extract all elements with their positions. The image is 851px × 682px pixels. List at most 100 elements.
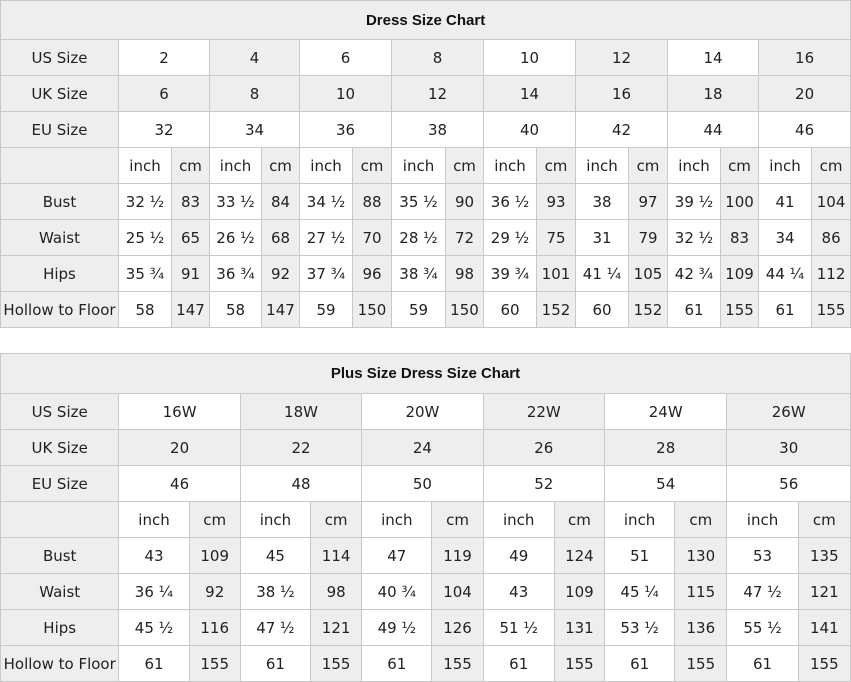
hips-cm-value: 141 [797,609,851,646]
waist-inch-value: 29 ½ [483,219,537,256]
waist-inch-value: 47 ½ [726,573,799,610]
hips-inch-value: 35 ¾ [118,255,172,292]
us-size-label: US Size [0,39,119,76]
chart-title: Plus Size Dress Size Chart [0,353,851,394]
hips-inch-value: 39 ¾ [483,255,537,292]
hollow-inch-value: 61 [239,645,312,682]
unit-inch: inch [667,147,721,184]
us-size-value: 26W [726,393,851,430]
bust-inch-value: 47 [361,537,433,574]
hollow-inch-value: 60 [483,291,537,328]
hollow-cm-value: 155 [310,645,363,682]
waist-inch-value: 27 ½ [299,219,353,256]
hollow-cm-value: 150 [445,291,484,328]
waist-inch-value: 34 [758,219,812,256]
bust-cm-value: 93 [536,183,576,220]
unit-label [0,501,120,538]
us-size-value: 4 [209,39,300,76]
us-size-label: US Size [0,393,120,430]
bust-cm-value: 97 [628,183,668,220]
hips-cm-value: 112 [810,255,851,292]
hollow-inch-value: 61 [603,645,676,682]
hips-cm-value: 101 [536,255,576,292]
hips-inch-value: 53 ½ [603,609,676,646]
eu-size-value: 42 [575,111,668,148]
hips-cm-value: 126 [431,609,484,646]
bust-label: Bust [0,537,120,574]
hollow-cm-value: 150 [352,291,392,328]
unit-inch: inch [209,147,262,184]
uk-size-value: 12 [391,75,484,112]
uk-size-value: 20 [118,429,241,466]
us-size-value: 24W [603,393,728,430]
eu-size-value: 36 [299,111,392,148]
uk-size-value: 20 [757,75,851,112]
waist-cm-value: 65 [171,219,210,256]
hips-cm-value: 121 [310,609,363,646]
unit-cm: cm [536,147,576,184]
hips-cm-value: 98 [445,255,484,292]
hips-row: Hips 35 ¾ 91 36 ¾ 92 37 ¾ 96 38 ¾ 98 39 ¾ 101 41 ¼1… [0,255,851,292]
bust-inch-value: 43 [118,537,190,574]
waist-cm-value: 70 [352,219,392,256]
unit-cm: cm [310,501,363,538]
waist-cm-value: 109 [553,573,606,610]
hips-inch-value: 37 ¾ [299,255,353,292]
uk-size-value: 6 [118,75,210,112]
bust-inch-value: 41 [758,183,812,220]
dress-size-chart: Dress Size Chart US Size 2 4 6 8 10 12 14 16 UK Si… [0,0,851,328]
unit-row: inch cm inch cm inch cm inch cm inch cm inch cm inch… [0,147,851,184]
us-size-value: 16W [118,393,241,430]
uk-size-value: 16 [575,75,668,112]
us-size-row: US Size 2 4 6 8 10 12 14 16 [0,39,851,76]
unit-inch: inch [299,147,353,184]
unit-inch: inch [239,501,312,538]
unit-inch: inch [118,147,172,184]
hips-cm-value: 96 [352,255,392,292]
hollow-cm-value: 155 [810,291,851,328]
hollow-inch-value: 61 [758,291,812,328]
uk-size-value: 8 [209,75,300,112]
waist-cm-value: 75 [536,219,576,256]
waist-cm-value: 121 [797,573,851,610]
unit-inch: inch [575,147,629,184]
uk-size-value: 10 [299,75,392,112]
unit-inch: inch [603,501,676,538]
uk-size-row: UK Size 20 22 24 26 28 30 [0,429,851,466]
us-size-value: 10 [483,39,576,76]
hollow-cm-value: 147 [171,291,210,328]
unit-cm: cm [553,501,606,538]
waist-inch-value: 38 ½ [239,573,312,610]
unit-cm: cm [720,147,759,184]
hips-inch-value: 41 ¼ [575,255,629,292]
waist-inch-value: 45 ¼ [603,573,676,610]
hips-inch-value: 44 ¼ [758,255,812,292]
title-row: Dress Size Chart [0,0,851,40]
hollow-cm-value: 152 [536,291,576,328]
hollow-cm-value: 155 [720,291,759,328]
hollow-inch-value: 61 [482,645,555,682]
hollow-inch-value: 58 [118,291,172,328]
waist-label: Waist [0,219,119,256]
hollow-cm-value: 152 [628,291,668,328]
eu-size-value: 38 [391,111,484,148]
hollow-inch-value: 59 [391,291,446,328]
uk-size-value: 18 [667,75,759,112]
plus-size-dress-size-chart: Plus Size Dress Size Chart US Size 16W 18W 2… [0,353,851,682]
hips-cm-value: 105 [628,255,668,292]
waist-row: Waist 25 ½ 65 26 ½ 68 27 ½ 70 28 ½ 72 29 ½ 75 31 79 3… [0,219,851,256]
waist-cm-value: 104 [431,573,484,610]
hollow-inch-value: 60 [575,291,629,328]
uk-size-label: UK Size [0,75,119,112]
bust-inch-value: 38 [575,183,629,220]
title-row: Plus Size Dress Size Chart [0,353,851,394]
us-size-value: 8 [391,39,484,76]
unit-cm: cm [431,501,484,538]
us-size-value: 6 [299,39,392,76]
hollow-inch-value: 61 [361,645,433,682]
waist-label: Waist [0,573,120,610]
waist-inch-value: 32 ½ [667,219,721,256]
unit-cm: cm [445,147,484,184]
bust-row: Bust 32 ½ 83 33 ½ 84 34 ½ 88 35 ½ 90 36 ½ 93 38 97 39… [0,183,851,220]
bust-inch-value: 49 [482,537,555,574]
